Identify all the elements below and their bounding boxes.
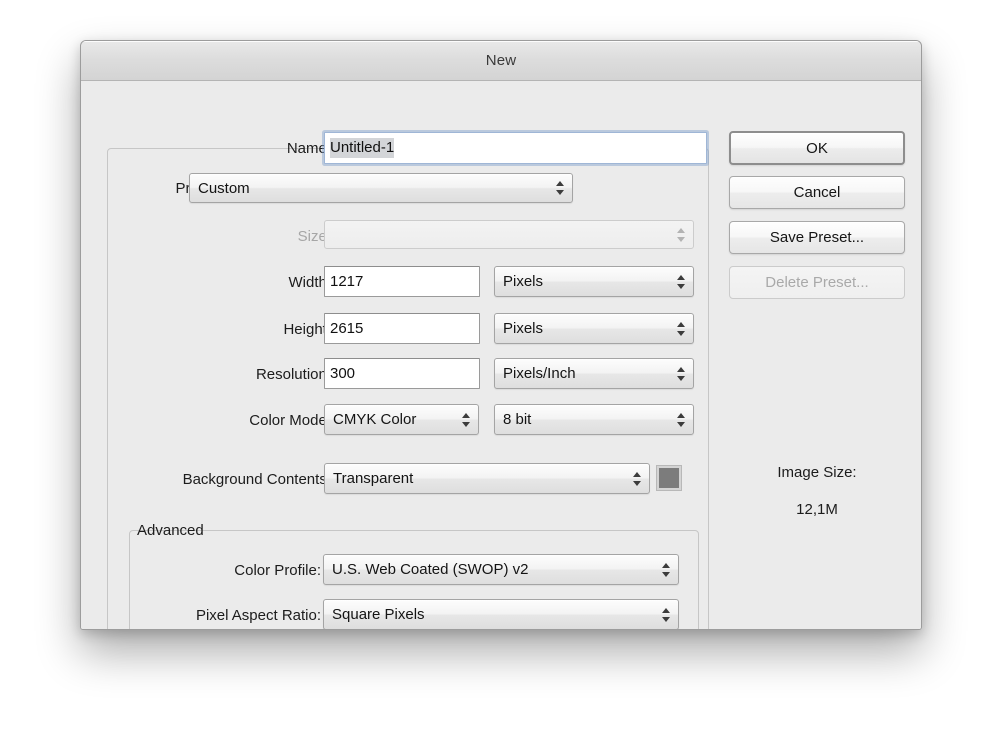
image-size-label: Image Size:	[777, 464, 857, 481]
resolution-label: Resolution:	[255, 366, 331, 383]
delete-preset-button-label: Delete Preset...	[765, 274, 869, 291]
image-size-value: 12,1M	[796, 501, 838, 518]
color-profile-value: U.S. Web Coated (SWOP) v2	[332, 561, 529, 578]
size-label: Size:	[297, 228, 331, 245]
chevron-updown-icon	[677, 412, 686, 428]
save-preset-button[interactable]: Save Preset...	[729, 221, 905, 254]
height-unit-dropdown[interactable]: Pixels	[494, 313, 694, 344]
resolution-input-value: 300	[330, 365, 356, 382]
chevron-updown-icon	[633, 471, 642, 487]
width-input[interactable]: 1217	[324, 266, 480, 297]
background-contents-label: Background Contents:	[182, 471, 331, 488]
save-preset-button-label: Save Preset...	[769, 229, 865, 246]
dialog-titlebar: New	[81, 41, 921, 81]
name-input-value: Untitled-1	[330, 138, 395, 158]
color-depth-value: 8 bit	[503, 411, 532, 428]
height-label: Height:	[283, 321, 331, 338]
size-dropdown	[324, 220, 694, 249]
preset-dropdown-value: Custom	[198, 179, 250, 197]
resolution-unit-value: Pixels/Inch	[503, 365, 576, 382]
new-document-dialog: New Name: Untitled-1 Preset: Custom Size…	[80, 40, 922, 630]
cancel-button-label: Cancel	[793, 184, 841, 201]
resolution-unit-dropdown[interactable]: Pixels/Inch	[494, 358, 694, 389]
chevron-updown-icon	[677, 274, 686, 290]
height-input-value: 2615	[330, 320, 364, 337]
screen: New Name: Untitled-1 Preset: Custom Size…	[0, 0, 1000, 742]
color-mode-value: CMYK Color	[333, 411, 417, 428]
pixel-aspect-ratio-label: Pixel Aspect Ratio:	[195, 607, 321, 624]
chevron-updown-icon	[462, 412, 471, 428]
name-label: Name:	[286, 140, 331, 157]
background-contents-dropdown[interactable]: Transparent	[324, 463, 650, 494]
chevron-updown-icon	[556, 180, 565, 196]
width-input-value: 1217	[330, 273, 364, 290]
height-unit-value: Pixels	[503, 320, 544, 337]
width-unit-dropdown[interactable]: Pixels	[494, 266, 694, 297]
chevron-updown-icon	[677, 321, 686, 337]
height-input[interactable]: 2615	[324, 313, 480, 344]
background-color-swatch[interactable]	[656, 465, 682, 491]
color-mode-label: Color Mode:	[249, 412, 331, 429]
width-unit-value: Pixels	[503, 273, 544, 290]
delete-preset-button: Delete Preset...	[729, 266, 905, 299]
cancel-button[interactable]: Cancel	[729, 176, 905, 209]
ok-button[interactable]: OK	[729, 131, 905, 165]
color-mode-dropdown[interactable]: CMYK Color	[324, 404, 479, 435]
pixel-aspect-ratio-value: Square Pixels	[332, 606, 425, 623]
preset-dropdown[interactable]: Custom	[189, 173, 573, 203]
chevron-updown-icon	[677, 366, 686, 382]
color-profile-dropdown[interactable]: U.S. Web Coated (SWOP) v2	[323, 554, 679, 585]
chevron-updown-icon	[662, 607, 671, 623]
advanced-legend: Advanced	[137, 522, 204, 539]
width-label: Width:	[288, 274, 331, 291]
dialog-title: New	[485, 52, 517, 69]
chevron-updown-icon	[662, 562, 671, 578]
name-input[interactable]: Untitled-1	[324, 132, 707, 164]
background-contents-value: Transparent	[333, 470, 414, 487]
color-profile-label: Color Profile:	[234, 562, 321, 579]
resolution-input[interactable]: 300	[324, 358, 480, 389]
ok-button-label: OK	[806, 139, 828, 157]
chevron-updown-icon	[677, 227, 686, 243]
color-depth-dropdown[interactable]: 8 bit	[494, 404, 694, 435]
dialog-body: Name: Untitled-1 Preset: Custom Size: Wi…	[81, 81, 921, 629]
pixel-aspect-ratio-dropdown[interactable]: Square Pixels	[323, 599, 679, 629]
